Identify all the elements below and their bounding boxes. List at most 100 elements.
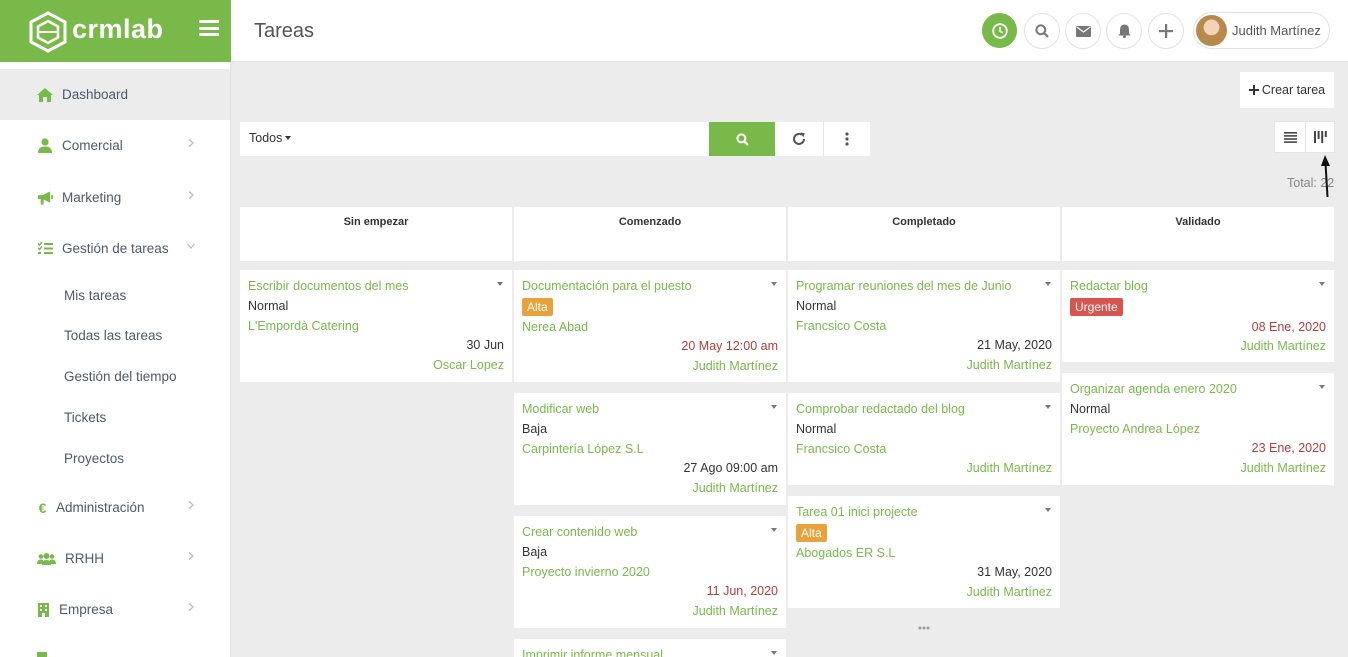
notifications-button[interactable] bbox=[1106, 13, 1142, 49]
topbar: Tareas Judith Martínez bbox=[231, 0, 1348, 62]
sidebar-item-label: Comercial bbox=[62, 138, 123, 153]
sidebar-subitem-mis-tareas[interactable]: Mis tareas bbox=[64, 288, 126, 303]
filter-dropdown[interactable]: Todos bbox=[249, 131, 292, 145]
building-icon bbox=[37, 602, 49, 618]
column-header-comenzado: Comenzado bbox=[514, 207, 786, 261]
sidebar-item-label: Administración bbox=[56, 500, 145, 515]
task-title[interactable]: Modificar web bbox=[522, 400, 778, 420]
card-menu-caret-icon[interactable] bbox=[771, 528, 777, 532]
chevron-right-icon bbox=[188, 139, 194, 147]
mail-button[interactable] bbox=[1065, 13, 1101, 49]
card-menu-caret-icon[interactable] bbox=[497, 282, 503, 286]
task-title[interactable]: Imprimir informe mensual bbox=[522, 646, 778, 657]
chevron-down-icon bbox=[187, 243, 195, 249]
crmlab-logo-icon[interactable] bbox=[28, 11, 68, 53]
card-menu-caret-icon[interactable] bbox=[1319, 385, 1325, 389]
priority-badge: Alta bbox=[796, 523, 827, 542]
card-menu-caret-icon[interactable] bbox=[1045, 508, 1051, 512]
sidebar-item-comercial[interactable]: Comercial bbox=[0, 120, 230, 171]
task-owner: Judith Martínez bbox=[1240, 339, 1326, 354]
card-menu-caret-icon[interactable] bbox=[771, 405, 777, 409]
task-client[interactable]: Abogados ER S.L bbox=[796, 544, 1052, 564]
mail-icon bbox=[1075, 25, 1091, 37]
sidebar-item-dashboard[interactable]: Dashboard bbox=[0, 69, 230, 120]
home-icon bbox=[37, 87, 53, 103]
search-input[interactable] bbox=[304, 122, 709, 156]
task-title[interactable]: Crear contenido web bbox=[522, 523, 778, 543]
task-card[interactable]: Comprobar redactado del blog Normal Fran… bbox=[788, 393, 1060, 485]
bell-icon bbox=[1117, 24, 1131, 38]
card-menu-caret-icon[interactable] bbox=[771, 282, 777, 286]
task-title[interactable]: Redactar blog bbox=[1070, 277, 1326, 297]
page-title: Tareas bbox=[254, 20, 315, 42]
card-menu-caret-icon[interactable] bbox=[1045, 405, 1051, 409]
refresh-button[interactable] bbox=[775, 122, 824, 156]
task-card[interactable]: Escribir documentos del mes Normal L'Emp… bbox=[240, 270, 512, 382]
task-title[interactable]: Organizar agenda enero 2020 bbox=[1070, 380, 1326, 400]
column-header-sin-empezar: Sin empezar bbox=[240, 207, 512, 261]
euro-icon: € bbox=[38, 499, 47, 516]
task-title[interactable]: Programar reuniones del mes de Junio bbox=[796, 277, 1052, 297]
sidebar-item-rrhh[interactable]: RRHH bbox=[0, 533, 230, 584]
create-task-button[interactable]: Crear tarea bbox=[1240, 72, 1334, 108]
task-client[interactable]: Proyecto Andrea López bbox=[1070, 420, 1326, 440]
task-card[interactable]: Tarea 01 inici projecte Alta Abogados ER… bbox=[788, 496, 1060, 608]
search-button[interactable] bbox=[1024, 13, 1060, 49]
task-owner: Judith Martínez bbox=[1240, 461, 1326, 476]
task-date: 23 Ene, 2020 bbox=[1251, 441, 1326, 456]
task-card[interactable]: Crear contenido web Baja Proyecto invier… bbox=[514, 516, 786, 628]
task-card[interactable]: Modificar web Baja Carpintería López S.L… bbox=[514, 393, 786, 505]
task-date: 11 Jun, 2020 bbox=[706, 584, 778, 599]
task-card[interactable]: Imprimir informe mensual bbox=[514, 639, 786, 657]
arrow-annotation-icon bbox=[1321, 155, 1330, 198]
vertical-dots-icon bbox=[845, 132, 849, 146]
sidebar-item-label: Marketing bbox=[62, 190, 122, 205]
sidebar-subitem-gestion-tiempo[interactable]: Gestión del tiempo bbox=[64, 369, 177, 384]
task-card[interactable]: Programar reuniones del mes de Junio Nor… bbox=[788, 270, 1060, 382]
sidebar-item-administracion[interactable]: € Administración bbox=[0, 482, 230, 533]
search-icon bbox=[1035, 24, 1049, 38]
task-title[interactable]: Documentación para el puesto bbox=[522, 277, 778, 297]
list-icon bbox=[1283, 131, 1297, 143]
sidebar-subitem-tickets[interactable]: Tickets bbox=[64, 410, 106, 425]
task-priority: Normal bbox=[1070, 401, 1111, 416]
task-title[interactable]: Comprobar redactado del blog bbox=[796, 400, 1052, 420]
sidebar-subitem-proyectos[interactable]: Proyectos bbox=[64, 451, 124, 466]
add-button[interactable] bbox=[1148, 13, 1184, 49]
task-card[interactable]: Organizar agenda enero 2020 Normal Proye… bbox=[1062, 373, 1334, 485]
task-client[interactable]: Francsico Costa bbox=[796, 440, 1052, 460]
users-icon bbox=[37, 551, 56, 567]
timer-button[interactable] bbox=[982, 13, 1017, 48]
task-owner: Oscar Lopez bbox=[433, 358, 504, 373]
kanban-view-button[interactable] bbox=[1305, 121, 1335, 153]
sidebar-subitem-todas-tareas[interactable]: Todas las tareas bbox=[64, 328, 162, 343]
task-client[interactable]: Nerea Abad bbox=[522, 318, 778, 338]
megaphone-icon bbox=[37, 190, 53, 206]
task-client[interactable]: Carpintería López S.L bbox=[522, 440, 778, 460]
create-task-label: Crear tarea bbox=[1261, 83, 1326, 97]
plus-icon bbox=[1159, 24, 1173, 38]
sidebar-item-label: Dashboard bbox=[62, 87, 129, 102]
sidebar-item-gestion-tareas[interactable]: Gestión de tareas bbox=[0, 223, 230, 274]
task-date: 27 Ago 09:00 am bbox=[683, 461, 778, 476]
card-menu-caret-icon[interactable] bbox=[1319, 282, 1325, 286]
card-menu-caret-icon[interactable] bbox=[771, 651, 777, 655]
sidebar-item-empresa[interactable]: Empresa bbox=[0, 584, 230, 635]
task-card[interactable]: Redactar blog Urgente 08 Ene, 2020 Judit… bbox=[1062, 270, 1334, 362]
task-title[interactable]: Escribir documentos del mes bbox=[248, 277, 504, 297]
list-view-button[interactable] bbox=[1274, 121, 1305, 153]
task-client[interactable]: Francsico Costa bbox=[796, 317, 1052, 337]
more-options-button[interactable] bbox=[824, 122, 870, 156]
user-menu[interactable]: Judith Martínez bbox=[1193, 12, 1330, 49]
load-more-dots-icon[interactable] bbox=[918, 626, 930, 630]
task-client[interactable]: Proyecto invierno 2020 bbox=[522, 563, 778, 583]
card-menu-caret-icon[interactable] bbox=[1045, 282, 1051, 286]
sidebar-item-label: Empresa bbox=[59, 602, 114, 617]
task-client[interactable]: L'Empordà Catering bbox=[248, 317, 504, 337]
task-card[interactable]: Documentación para el puesto Alta Nerea … bbox=[514, 270, 786, 382]
logo-text[interactable]: crmlab bbox=[72, 14, 164, 45]
search-submit-button[interactable] bbox=[709, 122, 775, 156]
sidebar-item-marketing[interactable]: Marketing bbox=[0, 172, 230, 223]
task-title[interactable]: Tarea 01 inici projecte bbox=[796, 503, 1052, 523]
menu-toggle-icon[interactable] bbox=[199, 20, 219, 36]
